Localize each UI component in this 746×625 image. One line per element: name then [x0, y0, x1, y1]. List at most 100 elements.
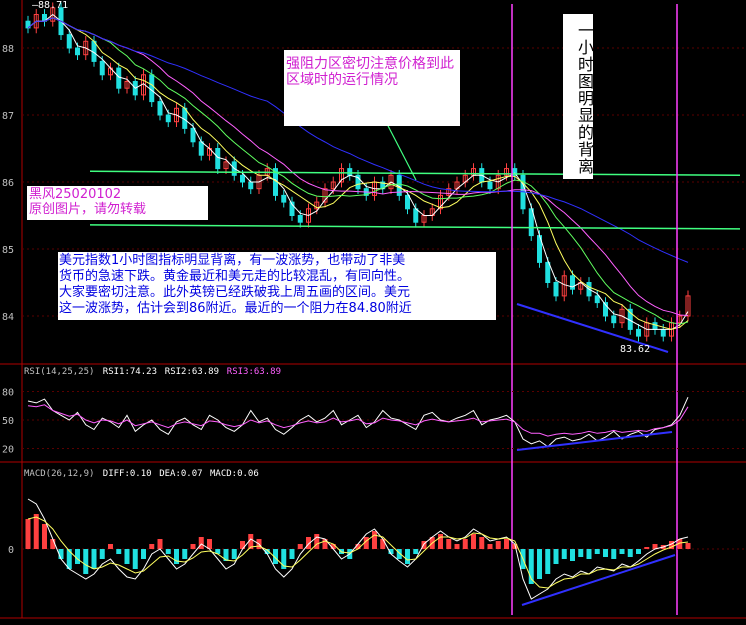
macd-histogram-bar	[487, 544, 493, 549]
macd-histogram-bar	[446, 539, 452, 549]
rsi-tick-label: 50	[2, 416, 14, 427]
price-tick-label: 84	[2, 312, 14, 323]
rsi-title: RSI(14,25,25)	[24, 367, 94, 377]
macd-histogram-bar	[462, 539, 468, 549]
macd-trend-line	[521, 554, 676, 606]
analysis-line-3: 大家要密切注意。此外英镑已经跌破我上周五画的区间。美元	[59, 285, 411, 300]
macd-histogram-bar	[174, 549, 179, 564]
macd-histogram-bar	[578, 549, 584, 557]
candle-body	[116, 67, 122, 89]
macd-histogram-bar	[25, 519, 31, 549]
rsi-legend-3: RSI3:63.89	[227, 367, 281, 377]
macd-histogram-bar	[413, 549, 419, 554]
candle-body	[99, 60, 105, 76]
macd-histogram-bar	[240, 541, 245, 549]
macd-histogram-bar	[132, 549, 138, 569]
macd-histogram-bar	[405, 549, 410, 564]
macd-histogram-bar	[495, 541, 501, 549]
macd-histogram-bar	[116, 549, 122, 554]
candle-body	[240, 174, 245, 183]
divergence-note: 一小时图明显的背离	[563, 14, 594, 179]
macd-histogram-bar	[471, 534, 476, 549]
analysis-note: 美元指数1小时图指标明显背离，有一波涨势，也带动了非美 货币的急速下跌。黄金最近…	[58, 252, 496, 320]
macd-histogram-bar	[108, 544, 113, 549]
macd-histogram-bar	[75, 549, 80, 564]
macd-histogram-bar	[182, 549, 188, 559]
rsi-legend-1: RSI1:74.23	[103, 367, 157, 377]
candle-body	[75, 47, 80, 56]
macd-histogram-bar	[124, 549, 130, 564]
candle-body	[157, 101, 163, 116]
macd-histogram-bar	[627, 549, 633, 557]
candle-body	[594, 295, 600, 304]
high-price-label: —88.71	[32, 0, 68, 11]
rsi-tick-label: 20	[2, 445, 14, 456]
macd-histogram-bar	[537, 549, 542, 579]
macd-histogram-bar	[619, 549, 625, 554]
macd-histogram-bar	[570, 549, 575, 561]
price-tick-label: 88	[2, 44, 14, 55]
macd-histogram-bar	[561, 549, 567, 559]
macd-tick-label: 0	[8, 545, 14, 556]
author-tag-line1: 黑风25020102	[29, 187, 122, 202]
macd-histogram-bar	[83, 549, 89, 574]
support-line	[89, 224, 741, 230]
macd-histogram-bar	[603, 549, 608, 557]
candle-body	[190, 127, 196, 143]
price-tick-label: 87	[2, 111, 14, 122]
candle-body	[487, 181, 493, 190]
candle-body	[66, 34, 72, 49]
rsi-tick-label: 80	[2, 388, 14, 399]
rsi-legend-2: RSI2:63.89	[165, 367, 219, 377]
price-tick-label: 85	[2, 245, 14, 256]
macd-histogram-bar	[314, 534, 320, 549]
macd-histogram-bar	[636, 549, 641, 554]
macd-histogram-bar	[42, 524, 47, 549]
macd-histogram-bar	[685, 543, 691, 549]
macd-histogram-bar	[33, 514, 39, 549]
macd-title: MACD(26,12,9)	[24, 469, 94, 479]
rsi-line-1	[27, 396, 689, 448]
chart-stage: 88 87 86 85 84 —88.71 83.62 80 50 20 RSI(14,25,25)…	[0, 0, 746, 625]
candle-body	[405, 194, 410, 210]
candle-body	[347, 168, 353, 176]
candle-body	[413, 208, 419, 223]
macd-histogram-bar	[594, 549, 600, 554]
candle-body	[636, 328, 641, 337]
candle-body	[165, 114, 171, 123]
macd-histogram-bar	[91, 549, 97, 569]
macd-histogram-bar	[454, 544, 460, 549]
macd-histogram-bar	[553, 549, 559, 564]
candle-body	[297, 215, 303, 223]
support-line	[89, 170, 741, 177]
candle-body	[660, 328, 666, 337]
macd-histogram-bar	[198, 537, 204, 549]
candle-body	[248, 181, 254, 190]
candle-body	[149, 74, 155, 103]
macd-histogram-bar	[586, 549, 592, 559]
low-price-label: 83.62	[620, 344, 650, 355]
macd-histogram-bar	[611, 549, 617, 559]
macd-histogram-bar	[289, 549, 295, 559]
macd-legend-3: MACD:0.06	[210, 469, 259, 479]
macd-histogram-bar	[149, 544, 155, 549]
macd-histogram-bar	[99, 549, 105, 559]
analysis-line-1: 美元指数1小时图指标明显背离，有一波涨势，也带动了非美	[59, 253, 406, 268]
candle-body	[198, 141, 204, 156]
macd-histogram-bar	[438, 534, 443, 549]
macd-histogram-bar	[545, 549, 551, 574]
macd-histogram-bar	[372, 531, 377, 549]
macd-legend-2: DEA:0.07	[159, 469, 202, 479]
macd-histogram-bar	[504, 539, 509, 549]
macd-histogram-bar	[297, 544, 303, 549]
macd-histogram-bar	[479, 537, 485, 549]
candle-body	[652, 322, 658, 330]
candle-body	[553, 282, 559, 297]
candle-body	[611, 315, 617, 324]
macd-histogram-bar	[141, 549, 146, 559]
author-tag: 黑风25020102 原创图片，请勿转载	[27, 186, 208, 220]
macd-histogram-bar	[157, 539, 163, 549]
price-tick-label: 86	[2, 178, 14, 189]
author-tag-line2: 原创图片，请勿转载	[29, 202, 147, 217]
candle-body	[545, 261, 551, 283]
